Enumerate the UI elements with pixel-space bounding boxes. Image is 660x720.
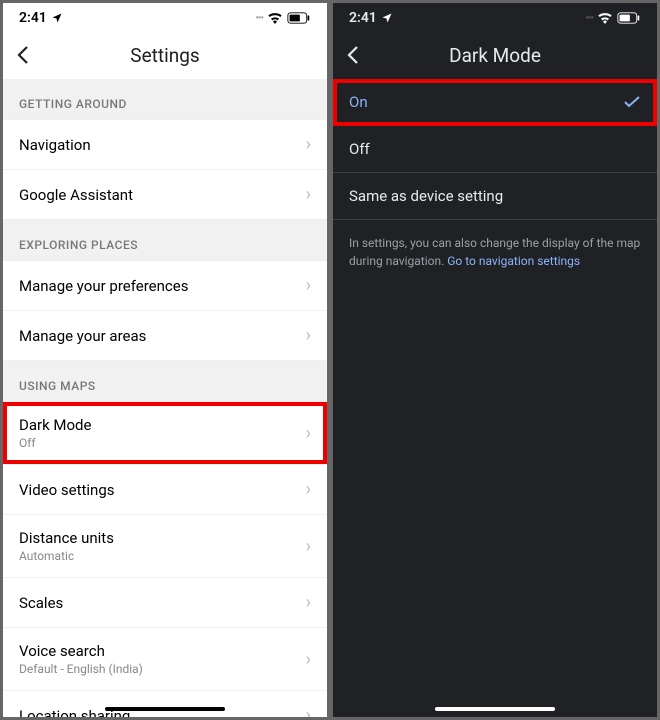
row-scales[interactable]: Scales › xyxy=(3,577,327,627)
row-label: Navigation xyxy=(19,136,91,154)
row-label: Google Assistant xyxy=(19,186,133,204)
chevron-right-icon: › xyxy=(306,325,311,346)
option-off[interactable]: Off xyxy=(333,126,657,173)
row-navigation[interactable]: Navigation › xyxy=(3,120,327,169)
status-time: 2:41 xyxy=(19,10,47,26)
back-button[interactable] xyxy=(333,45,373,65)
row-label: Dark Mode xyxy=(19,416,91,434)
row-manage-preferences[interactable]: Manage your preferences › xyxy=(3,261,327,310)
row-label: Distance units xyxy=(19,529,114,547)
info-link[interactable]: Go to navigation settings xyxy=(447,254,580,268)
chevron-right-icon: › xyxy=(306,479,311,500)
page-title: Dark Mode xyxy=(333,44,657,67)
row-manage-areas[interactable]: Manage your areas › xyxy=(3,310,327,360)
chevron-right-icon: › xyxy=(306,649,311,670)
chevron-right-icon: › xyxy=(306,536,311,557)
row-location-sharing[interactable]: Location sharing › xyxy=(3,690,327,717)
phone-settings-light: 2:41 ••• Settings GETTING AROUND Navigat… xyxy=(0,0,330,720)
row-video-settings[interactable]: Video settings › xyxy=(3,464,327,514)
home-indicator[interactable] xyxy=(435,707,555,711)
status-cell-icon: ••• xyxy=(255,13,263,24)
row-label: Manage your preferences xyxy=(19,277,188,295)
wifi-icon xyxy=(267,12,283,24)
chevron-right-icon: › xyxy=(306,592,311,613)
settings-list: GETTING AROUND Navigation › Google Assis… xyxy=(3,79,327,717)
section-header-using-maps: USING MAPS xyxy=(3,361,327,401)
home-indicator[interactable] xyxy=(105,707,225,711)
option-on[interactable]: On xyxy=(333,79,657,126)
status-bar: 2:41 ••• xyxy=(3,3,327,31)
page-title: Settings xyxy=(3,44,327,67)
darkmode-options: On Off Same as device setting In setting… xyxy=(333,79,657,717)
nav-header: Settings xyxy=(3,31,327,79)
option-label: Off xyxy=(349,140,370,158)
nav-header: Dark Mode xyxy=(333,31,657,79)
back-button[interactable] xyxy=(3,45,43,65)
location-icon xyxy=(381,12,393,24)
chevron-right-icon: › xyxy=(306,134,311,155)
row-label: Voice search xyxy=(19,642,143,660)
section-header-getting-around: GETTING AROUND xyxy=(3,79,327,119)
chevron-right-icon: › xyxy=(306,275,311,296)
row-label: Scales xyxy=(19,594,63,612)
row-voice-search[interactable]: Voice search Default - English (India) › xyxy=(3,627,327,690)
chevron-right-icon: › xyxy=(306,705,311,717)
row-label: Video settings xyxy=(19,481,115,499)
wifi-icon xyxy=(597,12,613,24)
chevron-right-icon: › xyxy=(306,423,311,444)
row-google-assistant[interactable]: Google Assistant › xyxy=(3,169,327,219)
option-label: On xyxy=(349,93,368,111)
location-icon xyxy=(51,12,63,24)
section-header-exploring-places: EXPLORING PLACES xyxy=(3,220,327,260)
battery-icon xyxy=(617,12,641,24)
row-dark-mode[interactable]: Dark Mode Off › xyxy=(3,402,327,464)
status-time: 2:41 xyxy=(349,10,377,26)
row-label: Manage your areas xyxy=(19,327,146,345)
row-sublabel: Default - English (India) xyxy=(19,662,143,676)
check-icon xyxy=(623,95,641,109)
row-distance-units[interactable]: Distance units Automatic › xyxy=(3,514,327,577)
status-bar: 2:41 ••• xyxy=(333,3,657,31)
chevron-right-icon: › xyxy=(306,184,311,205)
row-sublabel: Automatic xyxy=(19,549,114,563)
row-sublabel: Off xyxy=(19,436,91,450)
info-text: In settings, you can also change the dis… xyxy=(333,220,657,284)
option-same-as-device[interactable]: Same as device setting xyxy=(333,173,657,220)
battery-icon xyxy=(287,12,311,24)
phone-darkmode-dark: 2:41 ••• Dark Mode On Off xyxy=(330,0,660,720)
option-label: Same as device setting xyxy=(349,187,503,205)
status-cell-icon: ••• xyxy=(585,13,593,24)
